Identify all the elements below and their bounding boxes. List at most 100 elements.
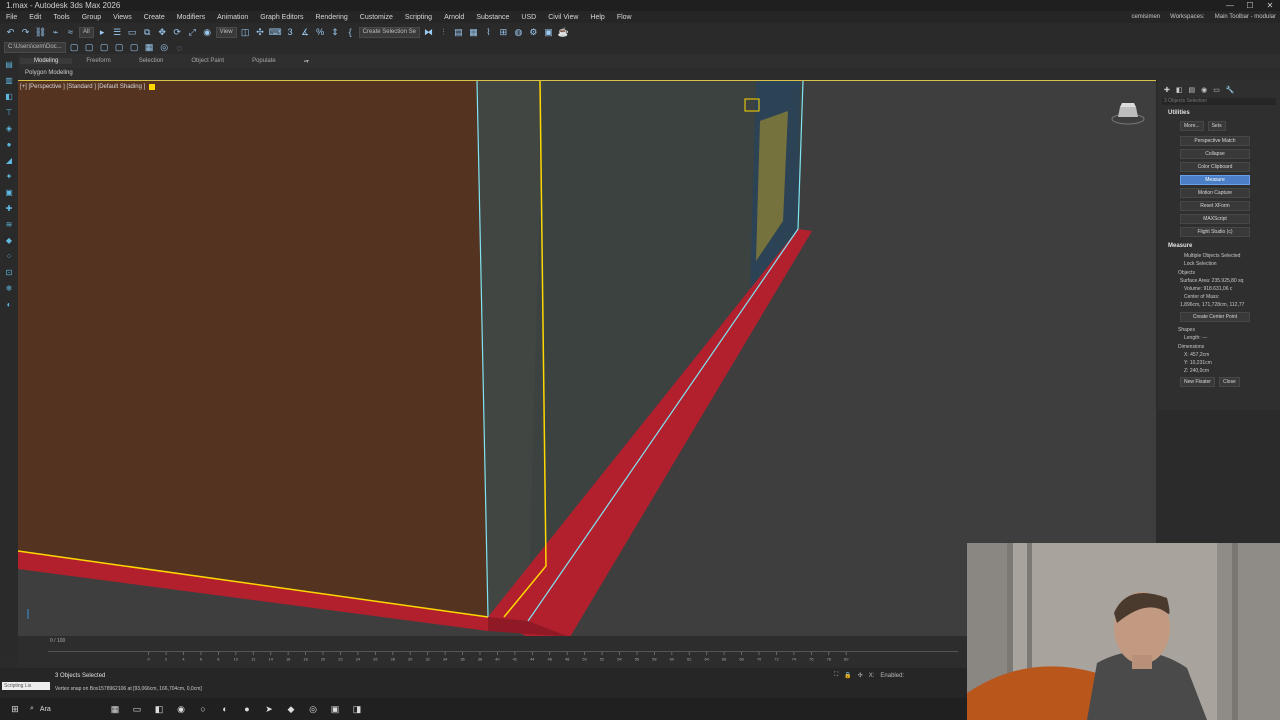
unlink-icon[interactable]: ⌁: [49, 26, 62, 39]
more-button[interactable]: More...: [1180, 121, 1204, 131]
set-project-icon[interactable]: ▢: [68, 41, 81, 54]
hierarchy-tab-icon[interactable]: ▤: [1189, 86, 1196, 94]
align-icon[interactable]: ⫶: [437, 26, 450, 39]
menu-animation[interactable]: Animation: [211, 14, 254, 21]
folder-icon[interactable]: ▢: [83, 41, 96, 54]
user-name[interactable]: cemisimen: [1131, 14, 1160, 20]
tab-object-paint[interactable]: Object Paint: [177, 58, 238, 64]
display-tab-icon[interactable]: ▭: [1213, 86, 1220, 94]
manipulate-icon[interactable]: ✣: [254, 26, 267, 39]
spacewarps-icon[interactable]: ≋: [4, 220, 14, 230]
named-selection-select[interactable]: Create Selection Se: [358, 26, 420, 38]
redo-icon[interactable]: ↷: [19, 26, 32, 39]
photoshop-icon[interactable]: ◨: [350, 702, 364, 716]
polygon-modeling-label[interactable]: Polygon Modeling: [25, 70, 73, 76]
percent-snap-icon[interactable]: %: [314, 26, 327, 39]
transform-mode-icon[interactable]: ✣: [858, 672, 863, 679]
container-icon[interactable]: ▢: [128, 41, 141, 54]
link-icon[interactable]: ⛓: [34, 26, 47, 39]
opera-icon[interactable]: ○: [196, 702, 210, 716]
spinner-snap-icon[interactable]: ⇕: [329, 26, 342, 39]
keyboard-shortcut-icon[interactable]: ⌨: [269, 26, 282, 39]
ref-coord-select[interactable]: View: [215, 26, 237, 38]
measure-button[interactable]: Measure: [1180, 175, 1250, 185]
place-icon[interactable]: ◉: [201, 26, 214, 39]
grid-icon[interactable]: ▦: [143, 41, 156, 54]
chrome-icon[interactable]: ◉: [174, 702, 188, 716]
menu-views[interactable]: Views: [107, 14, 138, 21]
sphere-icon[interactable]: ◎: [158, 41, 171, 54]
material-editor-icon[interactable]: ◍: [512, 26, 525, 39]
timeline-ruler[interactable]: 0 2 4 6 8 10 12 14 16 18 20 22 24 26 28 30 32 34 36 38 40 42 4…: [48, 651, 958, 663]
lock-icon[interactable]: 🔒: [844, 672, 851, 679]
menu-modifiers[interactable]: Modifiers: [171, 14, 211, 21]
flight-studio-button[interactable]: Flight Studio (c): [1180, 227, 1250, 237]
xrefs-icon[interactable]: ⊡: [4, 268, 14, 278]
reset-xform-button[interactable]: Reset XForm: [1180, 201, 1250, 211]
maximize-icon[interactable]: ☐: [1240, 0, 1260, 11]
script-listener[interactable]: Scripting Lis: [2, 682, 50, 690]
bones-icon[interactable]: ◆: [4, 236, 14, 246]
angle-snap-icon[interactable]: ∡: [299, 26, 312, 39]
workspace-select[interactable]: Main Toolbar - modular: [1215, 14, 1276, 20]
helpers-icon[interactable]: ✚: [4, 204, 14, 214]
menu-help[interactable]: Help: [584, 14, 610, 21]
3dsmax-taskbar-icon[interactable]: ▣: [328, 702, 342, 716]
menu-flow[interactable]: Flow: [611, 14, 638, 21]
measure-rollout-title[interactable]: Measure: [1158, 240, 1280, 252]
pivot-icon[interactable]: ◫: [239, 26, 252, 39]
hidden-icon[interactable]: ◐: [4, 300, 14, 310]
hierarchy-icon[interactable]: ⊤: [4, 108, 14, 118]
viewport-label-text[interactable]: [+] [Perspective ] [Standard ] [Default …: [20, 84, 145, 90]
project-path[interactable]: C:\Users\cem\Doc...: [4, 42, 66, 53]
menu-arnold[interactable]: Arnold: [438, 14, 470, 21]
perspective-match-button[interactable]: Perspective Match: [1180, 136, 1250, 146]
bind-space-warp-icon[interactable]: ≈: [64, 26, 77, 39]
telegram-icon[interactable]: ➤: [262, 702, 276, 716]
curve-editor-icon[interactable]: ⌇: [482, 26, 495, 39]
ribbon-options-icon[interactable]: ▪▾: [290, 58, 323, 65]
taskbar-search[interactable]: ⌕ Ara: [30, 705, 100, 713]
menu-group[interactable]: Group: [76, 14, 107, 21]
select-tool-icon[interactable]: ◧: [4, 92, 14, 102]
edit-named-sel-icon[interactable]: {: [344, 26, 357, 39]
utilities-rollout-title[interactable]: Utilities: [1158, 107, 1280, 119]
snap-toggle-icon[interactable]: 3: [284, 26, 297, 39]
shapes-icon[interactable]: ◢: [4, 156, 14, 166]
menu-graph-editors[interactable]: Graph Editors: [254, 14, 309, 21]
media-icon[interactable]: ◎: [306, 702, 320, 716]
select-object-icon[interactable]: ▸: [96, 26, 109, 39]
scale-icon[interactable]: ⤢: [186, 26, 199, 39]
layer-icon[interactable]: ▥: [4, 76, 14, 86]
widgets-icon[interactable]: ▦: [108, 702, 122, 716]
menu-civil-view[interactable]: Civil View: [542, 14, 584, 21]
menu-tools[interactable]: Tools: [47, 14, 75, 21]
orbit-icon[interactable]: ◌: [173, 41, 186, 54]
window-crossing-icon[interactable]: ⧉: [141, 26, 154, 39]
spotify-icon[interactable]: ●: [240, 702, 254, 716]
motion-tab-icon[interactable]: ◉: [1201, 86, 1207, 94]
tab-modeling[interactable]: Modeling: [20, 58, 73, 64]
move-icon[interactable]: ✥: [156, 26, 169, 39]
command-search[interactable]: 3 Objects Selection: [1162, 98, 1276, 105]
time-slider[interactable]: 0 / 100 0 2 4 6 8 10 12 14 16 18 20 22 24 26 28 30 32 34 3…: [18, 636, 968, 668]
frame-display[interactable]: 0 / 100: [50, 638, 65, 644]
open-icon[interactable]: ▢: [113, 41, 126, 54]
new-floater-button[interactable]: New Floater: [1180, 377, 1215, 387]
utilities-tab-icon[interactable]: 🔧: [1226, 86, 1235, 94]
lock-selection-checkbox[interactable]: Lock Selection: [1158, 260, 1280, 268]
mirror-icon[interactable]: ⧓: [422, 26, 435, 39]
edge-icon[interactable]: ◐: [218, 702, 232, 716]
scene-explorer-icon[interactable]: ▤: [4, 60, 14, 70]
schematic-view-icon[interactable]: ⊞: [497, 26, 510, 39]
viewport-label[interactable]: [+] [Perspective ] [Standard ] [Default …: [20, 84, 156, 90]
render-icon[interactable]: ☕: [557, 26, 570, 39]
motion-capture-button[interactable]: Motion Capture: [1180, 188, 1250, 198]
create-center-point-button[interactable]: Create Center Point: [1180, 312, 1250, 322]
viewcube[interactable]: [1110, 99, 1146, 127]
menu-edit[interactable]: Edit: [23, 14, 47, 21]
menu-usd[interactable]: USD: [515, 14, 542, 21]
menu-file[interactable]: File: [0, 14, 23, 21]
tab-selection[interactable]: Selection: [125, 58, 178, 64]
render-setup-icon[interactable]: ⚙: [527, 26, 540, 39]
